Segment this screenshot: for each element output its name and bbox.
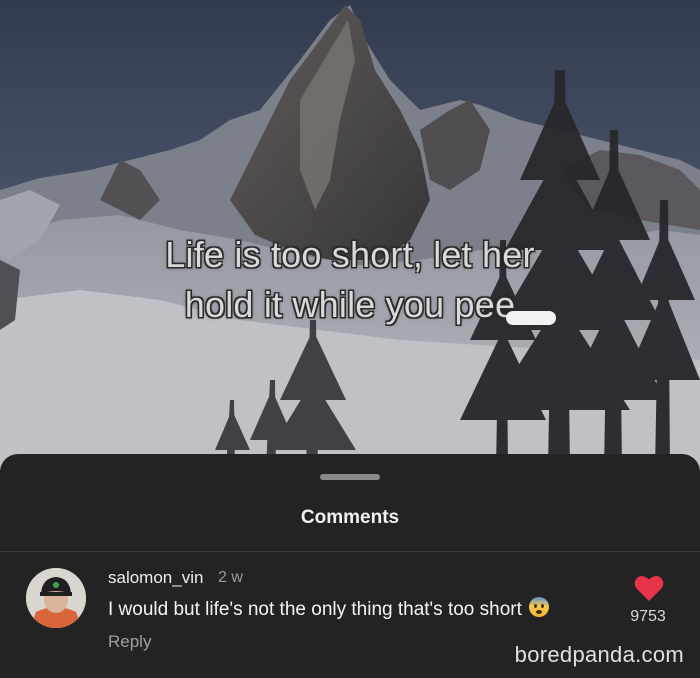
video-caption: Life is too short, let her hold it while… — [0, 230, 700, 330]
caption-line-2: hold it while you pee — [184, 284, 516, 325]
caption-line-1: Life is too short, let her — [165, 234, 535, 275]
comments-title: Comments — [300, 507, 400, 528]
reply-button[interactable]: Reply — [108, 632, 151, 652]
anxious-face-icon — [528, 596, 550, 624]
like-count: 9753 — [630, 608, 666, 625]
screen: Life is too short, let her hold it while… — [0, 0, 700, 678]
avatar[interactable] — [26, 568, 86, 628]
censor-scribble — [506, 311, 556, 325]
comment-time: 2 w — [218, 569, 243, 586]
heart-icon[interactable] — [634, 574, 664, 602]
drag-handle[interactable] — [320, 474, 380, 480]
watermark: boredpanda.com — [514, 642, 684, 667]
comment-username[interactable]: salomon_vin — [108, 568, 203, 588]
comment-text: I would but life's not the only thing th… — [108, 599, 522, 620]
comment-text-row: I would but life's not the only thing th… — [108, 596, 550, 624]
